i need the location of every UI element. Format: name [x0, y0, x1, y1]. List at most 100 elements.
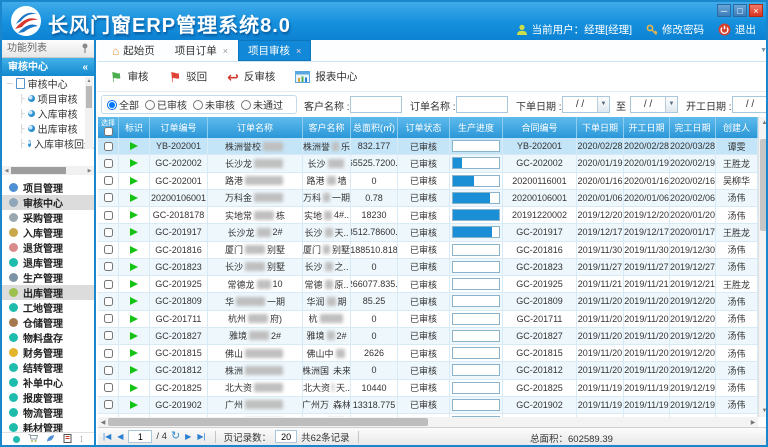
sidebar-item-退库管理[interactable]: 退库管理	[2, 255, 94, 270]
radio-input-已审核[interactable]	[145, 100, 155, 110]
column-header-总面积(㎡)[interactable]: 总面积(㎡)	[351, 117, 398, 138]
tab-close-icon[interactable]: ×	[223, 46, 228, 56]
column-header-合同编号[interactable]: 合同编号	[503, 117, 577, 138]
sidebar-item-入库管理[interactable]: 入库管理	[2, 225, 94, 240]
scroll-left-icon[interactable]: ◀	[2, 168, 11, 174]
vscroll-thumb[interactable]	[760, 139, 768, 231]
first-page-button[interactable]: |◀	[102, 432, 112, 441]
table-row[interactable]: GC-201823长沙别墅长沙之..0已审核GC-2018232019/11/2…	[98, 259, 758, 276]
row-checkbox[interactable]	[104, 159, 113, 168]
tab-overflow-icon[interactable]: ▼	[760, 47, 767, 54]
radio-全部[interactable]: 全部	[107, 97, 139, 112]
start-date-input[interactable]: / / ▼	[732, 96, 768, 113]
scroll-right-icon[interactable]: ▶	[748, 419, 758, 426]
page-number-input[interactable]	[128, 430, 152, 443]
page-size-input[interactable]	[275, 430, 297, 443]
row-checkbox[interactable]	[104, 314, 113, 323]
select-all-checkbox[interactable]	[104, 127, 113, 136]
radio-未审核[interactable]: 未审核	[193, 97, 235, 112]
table-row[interactable]: 20200106001万科金万科一期0.78已审核202001060012020…	[98, 190, 758, 207]
minimize-button[interactable]: ─	[717, 4, 731, 17]
scroll-right-icon[interactable]: ▶	[85, 168, 94, 174]
column-header-生产进度[interactable]: 生产进度	[450, 117, 503, 138]
next-page-button[interactable]: ▶	[184, 432, 192, 441]
table-row[interactable]: GC-201815佛山佛山中2626已审核GC-2018152019/11/20…	[98, 345, 758, 362]
row-checkbox[interactable]	[104, 349, 113, 358]
prev-page-button[interactable]: ◀	[116, 432, 124, 441]
column-header-客户名称[interactable]: 客户名称	[303, 117, 351, 138]
last-page-button[interactable]: ▶|	[196, 432, 206, 441]
table-row[interactable]: GC-201812株洲株洲国未来0已审核GC-2018122019/11/202…	[98, 362, 758, 379]
radio-已审核[interactable]: 已审核	[145, 97, 187, 112]
column-header-完工日期[interactable]: 完工日期	[670, 117, 716, 138]
scroll-up-icon[interactable]: ▲	[85, 77, 93, 85]
row-checkbox[interactable]	[104, 366, 113, 375]
table-row[interactable]: GC-202001路港路港墙0已审核202001160012020/01/162…	[98, 173, 758, 190]
tab-close-icon[interactable]: ×	[296, 46, 301, 56]
toolbar-button-审核[interactable]: ⚑审核	[110, 69, 149, 84]
sidebar-item-报废管理[interactable]: 报废管理	[2, 390, 94, 405]
column-header-下单日期[interactable]: 下单日期	[577, 117, 624, 138]
order-date-from-input[interactable]: / / ▼	[562, 96, 610, 113]
order-date-to-input[interactable]: / / ▼	[630, 96, 678, 113]
sidebar-item-生产管理[interactable]: 生产管理	[2, 270, 94, 285]
tree-item-入库审核[interactable]: ├入库审核	[2, 106, 94, 121]
table-row[interactable]: GC-2018178实地常栋实地4#..18230已审核201912200022…	[98, 207, 758, 224]
table-vertical-scrollbar[interactable]: ▲ ▼	[758, 117, 768, 417]
calendar-dropdown-icon[interactable]: ▼	[665, 97, 677, 112]
row-checkbox[interactable]	[104, 331, 113, 340]
row-checkbox[interactable]	[104, 228, 113, 237]
logout-button[interactable]: 退出	[718, 22, 756, 37]
radio-input-全部[interactable]	[107, 100, 117, 110]
row-checkbox[interactable]	[104, 245, 113, 254]
tree-item-项目审核[interactable]: ├项目审核	[2, 91, 94, 106]
sidebar-item-出库管理[interactable]: 出库管理	[2, 285, 94, 300]
table-row[interactable]: GC-201917长沙龙2#长沙天..8512.78600..已审核GC-201…	[98, 224, 758, 241]
row-checkbox[interactable]	[104, 262, 113, 271]
cart-icon[interactable]	[28, 434, 38, 445]
column-header-开工日期[interactable]: 开工日期	[624, 117, 670, 138]
maximize-button[interactable]: □	[733, 4, 747, 17]
scroll-up-icon[interactable]: ▲	[759, 117, 768, 129]
table-row[interactable]: GC-201816厦门别墅厦门别墅188510.818已审核GC-2018162…	[98, 242, 758, 259]
column-header-订单状态[interactable]: 订单状态	[398, 117, 450, 138]
close-button[interactable]: ×	[749, 4, 763, 17]
column-header-标识[interactable]: 标识	[119, 117, 150, 138]
sidebar-item-退货管理[interactable]: 退货管理	[2, 240, 94, 255]
scroll-down-icon[interactable]: ▼	[759, 405, 768, 417]
tab-项目订单[interactable]: 项目订单×	[165, 40, 238, 61]
sidebar-item-项目管理[interactable]: 项目管理	[2, 180, 94, 195]
table-row[interactable]: GC-201827雅境2#雅境2#0已审核GC-2018272019/11/20…	[98, 328, 758, 345]
customer-name-input[interactable]	[350, 96, 402, 113]
row-checkbox[interactable]	[104, 400, 113, 409]
sidebar-item-仓储管理[interactable]: 仓储管理	[2, 315, 94, 330]
table-row[interactable]: GC-201711杭州府)杭0已审核GC-2017112019/11/20201…	[98, 311, 758, 328]
status-dot-icon[interactable]	[13, 436, 20, 443]
row-checkbox[interactable]	[104, 297, 113, 306]
column-header-选择[interactable]: 选择	[98, 117, 119, 138]
leaf-icon[interactable]	[46, 434, 55, 446]
column-header-订单名称[interactable]: 订单名称	[208, 117, 303, 138]
table-row[interactable]: GC-201825北大资北大资天..10440已审核GC-2018252019/…	[98, 380, 758, 397]
scroll-left-icon[interactable]: ◀	[98, 419, 108, 426]
sidebar-item-物料盘存[interactable]: 物料盘存	[2, 330, 94, 345]
sidebar-item-物流管理[interactable]: 物流管理	[2, 405, 94, 420]
tab-起始页[interactable]: ⌂起始页	[102, 40, 165, 61]
tab-项目审核[interactable]: 项目审核×	[238, 40, 311, 61]
column-header-创建人[interactable]: 创建人	[716, 117, 758, 138]
tree-root-audit-center[interactable]: ─ 审核中心	[2, 76, 94, 91]
hscroll-thumb[interactable]	[108, 418, 428, 426]
table-row[interactable]: GC-201902广州广州万森林13318.775已审核GC-201902201…	[98, 397, 758, 414]
tree-item-出库审核[interactable]: ├出库审核	[2, 121, 94, 136]
sidebar-item-采购管理[interactable]: 采购管理	[2, 210, 94, 225]
sidebar-item-财务管理[interactable]: 财务管理	[2, 345, 94, 360]
calendar-dropdown-icon[interactable]: ▼	[597, 97, 609, 112]
row-checkbox[interactable]	[104, 176, 113, 185]
table-row[interactable]: GC-202002长沙龙长沙65525.7200..已审核GC-20200220…	[98, 155, 758, 172]
radio-未通过[interactable]: 未通过	[241, 97, 283, 112]
radio-input-未通过[interactable]	[241, 100, 251, 110]
collapse-icon[interactable]: «	[82, 59, 88, 76]
sidebar-item-工地管理[interactable]: 工地管理	[2, 300, 94, 315]
table-row[interactable]: GC-201925常德龙10常德原..266077.835..已审核GC-201…	[98, 276, 758, 293]
table-horizontal-scrollbar[interactable]: ◀ ▶	[98, 417, 758, 427]
